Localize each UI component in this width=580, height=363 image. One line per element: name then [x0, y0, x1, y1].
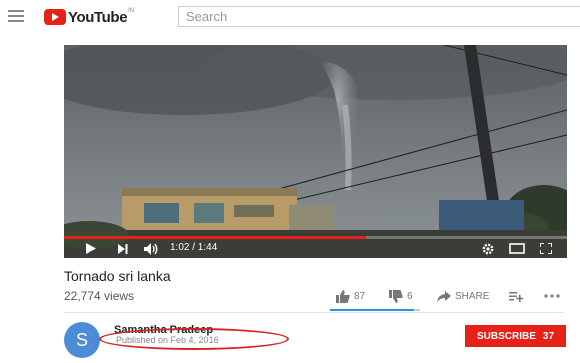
logo-country-code: IN	[128, 8, 135, 14]
volume-icon[interactable]	[143, 241, 159, 256]
annotation-circle	[99, 328, 289, 350]
time-display: 1:02 / 1:44	[170, 242, 218, 253]
player-controls: 1:02 / 1:44	[64, 239, 567, 258]
hamburger-menu-icon[interactable]	[8, 10, 24, 22]
video-frame	[64, 45, 567, 258]
dislike-count: 6	[407, 290, 413, 302]
search-input[interactable]	[178, 6, 580, 27]
like-count: 87	[354, 290, 366, 302]
playlist-add-icon	[509, 291, 523, 302]
settings-gear-icon[interactable]	[481, 241, 495, 256]
share-icon	[437, 290, 451, 302]
video-title: Tornado sri lanka	[64, 268, 171, 284]
video-player[interactable]: 1:02 / 1:44	[64, 45, 567, 258]
play-icon[interactable]	[84, 241, 98, 256]
share-button[interactable]: SHARE	[437, 289, 489, 303]
logo-text: YouTube	[68, 8, 128, 26]
like-dislike-bar	[330, 309, 420, 311]
thumbs-down-icon	[389, 289, 403, 303]
channel-avatar[interactable]: S	[64, 322, 100, 358]
share-label: SHARE	[455, 290, 490, 302]
view-count: 22,774 views	[64, 289, 135, 303]
subscriber-count: 37	[542, 330, 555, 342]
next-icon[interactable]	[116, 241, 130, 256]
more-dots-icon	[544, 294, 560, 298]
subscribe-button[interactable]: SUBSCRIBE 37	[465, 325, 566, 347]
youtube-logo[interactable]: YouTube IN	[44, 7, 134, 27]
theater-mode-icon[interactable]	[508, 241, 526, 256]
fullscreen-icon[interactable]	[538, 241, 554, 256]
subscribe-label: SUBSCRIBE	[476, 330, 536, 342]
more-options-button[interactable]	[544, 289, 560, 303]
divider	[64, 312, 564, 313]
dislike-button[interactable]: 6	[389, 289, 413, 303]
like-button[interactable]: 87	[336, 289, 365, 303]
add-to-playlist-button[interactable]	[509, 289, 523, 303]
top-bar: YouTube IN	[0, 0, 580, 34]
youtube-play-icon	[44, 9, 66, 25]
like-bar-fill	[330, 309, 415, 311]
thumbs-up-icon	[336, 289, 350, 303]
